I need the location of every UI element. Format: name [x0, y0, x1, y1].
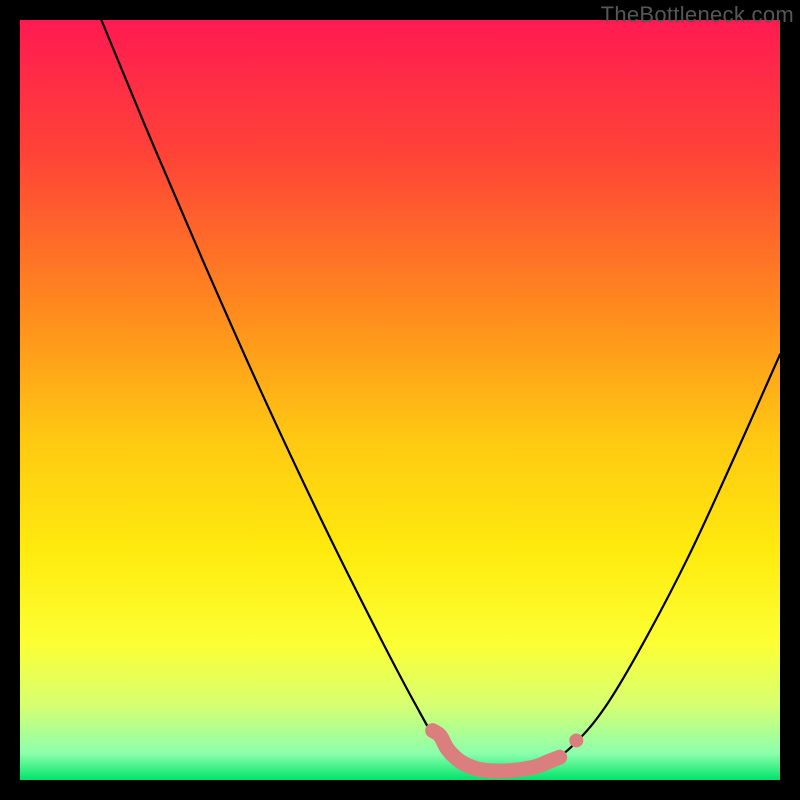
- series-marker-dot: [569, 733, 583, 747]
- bottleneck-chart: [20, 20, 780, 780]
- chart-frame: [20, 20, 780, 780]
- watermark-text: TheBottleneck.com: [601, 2, 794, 28]
- chart-background: [20, 20, 780, 780]
